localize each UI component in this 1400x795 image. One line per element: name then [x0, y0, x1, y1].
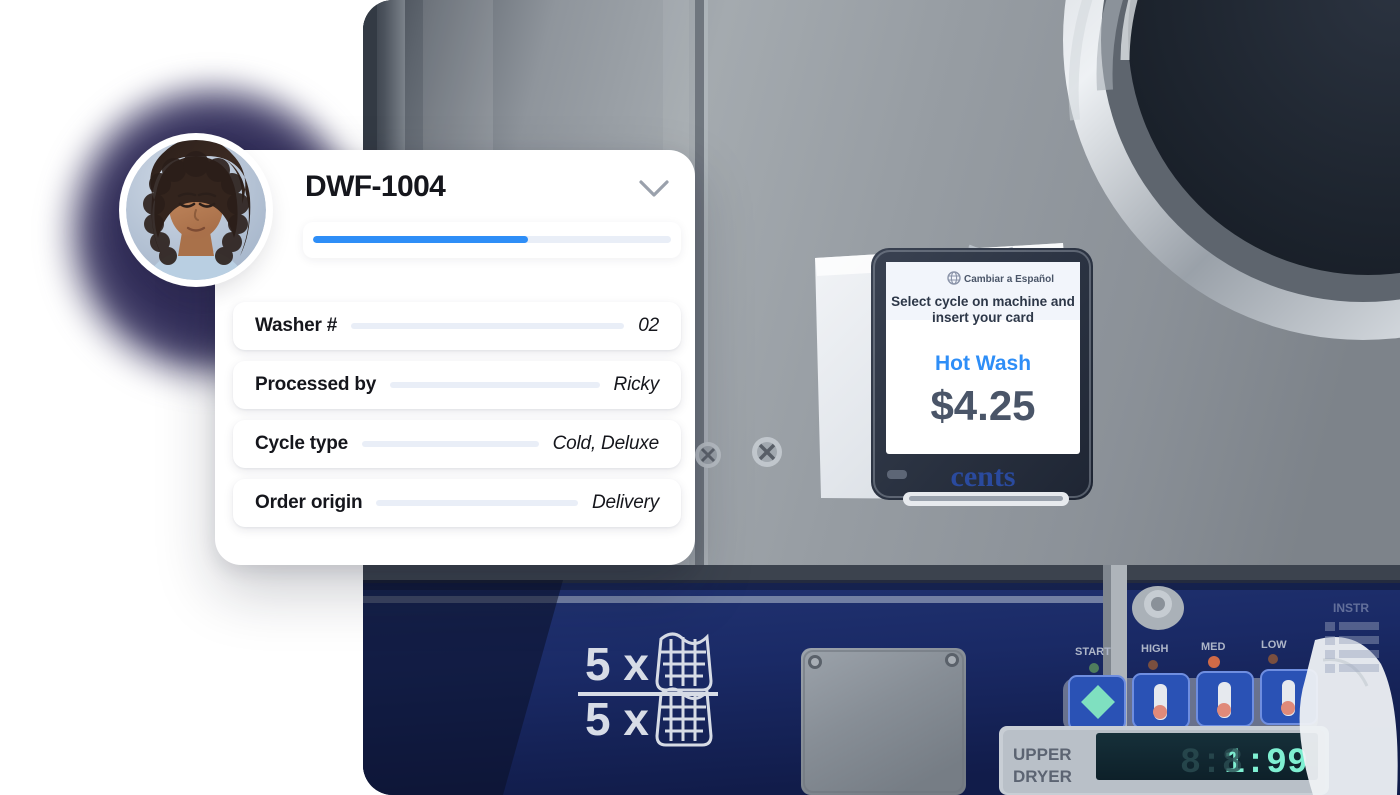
row-value: Ricky — [613, 374, 660, 395]
svg-text:Cambiar a Español: Cambiar a Español — [964, 274, 1054, 285]
svg-text:5 x: 5 x — [585, 638, 649, 690]
row-value: Cold, Deluxe — [552, 433, 660, 454]
detail-rows: Washer # 02 Processed by Ricky Cycle typ… — [233, 302, 681, 538]
page-title: DWF-1004 — [305, 170, 446, 203]
progress-fill — [313, 236, 528, 243]
leader-line — [362, 441, 539, 447]
svg-text:LOW: LOW — [1261, 639, 1287, 651]
detail-row-processed-by[interactable]: Processed by Ricky — [233, 361, 681, 409]
leader-line — [376, 500, 578, 506]
row-label: Processed by — [255, 374, 377, 395]
detail-row-cycle-type[interactable]: Cycle type Cold, Deluxe — [233, 420, 681, 468]
svg-text:Hot Wash: Hot Wash — [935, 352, 1031, 375]
svg-text:DRYER: DRYER — [1013, 767, 1072, 786]
progress-track — [313, 236, 671, 243]
svg-text:8:8: 8:8 — [1180, 743, 1243, 783]
svg-text:Select cycle on machine and: Select cycle on machine and — [891, 294, 1075, 309]
avatar[interactable] — [126, 140, 266, 280]
svg-text:insert your card: insert your card — [932, 310, 1034, 325]
svg-text:$4.25: $4.25 — [930, 382, 1035, 429]
row-value: 02 — [638, 315, 659, 336]
order-detail-card: DWF-1004 Washer # 02 Processed by Ricky … — [215, 150, 695, 565]
detail-row-order-origin[interactable]: Order origin Delivery — [233, 479, 681, 527]
svg-text:HIGH: HIGH — [1141, 643, 1169, 655]
svg-text:INSTR: INSTR — [1333, 601, 1369, 615]
svg-text:START: START — [1075, 646, 1111, 658]
leader-line — [351, 323, 625, 329]
row-label: Order origin — [255, 492, 363, 513]
detail-row-washer[interactable]: Washer # 02 — [233, 302, 681, 350]
svg-text:UPPER: UPPER — [1013, 745, 1072, 764]
row-value: Delivery — [591, 492, 659, 513]
progress-bar[interactable] — [303, 222, 681, 258]
card-header: DWF-1004 — [215, 150, 695, 270]
row-label: Cycle type — [255, 433, 349, 454]
chevron-down-icon[interactable] — [635, 174, 673, 202]
row-label: Washer # — [255, 315, 338, 336]
screenshot-stage: Cambiar a Español Select cycle on machin… — [0, 0, 1400, 795]
svg-text:cents: cents — [951, 460, 1016, 493]
svg-text:MED: MED — [1201, 641, 1226, 653]
svg-text:5 x: 5 x — [585, 693, 649, 745]
leader-line — [390, 382, 600, 388]
